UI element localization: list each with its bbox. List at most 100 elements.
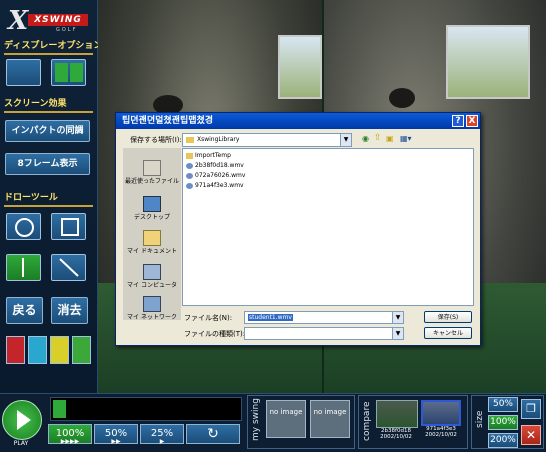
documents-folder-icon [143, 230, 161, 246]
back-nav-icon[interactable]: ◉ [362, 134, 369, 143]
color-swatch-red[interactable] [6, 336, 25, 364]
list-item[interactable]: 072a76026.wmv [186, 172, 245, 179]
list-item[interactable]: 971a4f3e3.wmv [186, 182, 244, 189]
speed-25-button[interactable]: 25% ▶ [140, 424, 184, 445]
dialog-title: 팁뎐괜뎐덜쳤괜팁맵쳤경 [122, 116, 214, 126]
rectangle-tool-button[interactable] [51, 213, 86, 240]
fast-forward-icon: ▶▶▶▶ [60, 438, 80, 445]
file-name: 072a76026.wmv [195, 172, 246, 179]
close-icon: ✕ [525, 428, 537, 442]
logo-sub: GOLF [56, 27, 78, 33]
file-name: 971a4f3e3.wmv [195, 182, 244, 189]
thumbnail-image [376, 400, 418, 428]
loop-icon: ↻ [207, 426, 219, 442]
chevron-down-icon: ▼ [392, 328, 403, 339]
place-label: デスクトップ [133, 214, 170, 221]
step-icon: ▶ [159, 438, 165, 445]
save-in-select[interactable]: XswingLibrary ▼ [182, 133, 352, 147]
computer-icon [143, 264, 161, 280]
play-label: PLAY [13, 440, 29, 447]
media-file-icon [186, 162, 193, 169]
places-bar: 最近使ったファイル デスクトップ マイ ドキュメント マイ コンピュータ マイ … [123, 148, 181, 321]
list-item[interactable]: 2b38f0d18.wmv [186, 162, 244, 169]
square-icon [61, 218, 79, 236]
file-name: 2b38f0d18.wmv [195, 162, 244, 169]
list-item[interactable]: ImportTemp [186, 152, 231, 159]
save-in-label: 保存する場所(I): [130, 136, 182, 144]
chevron-down-icon: ▼ [340, 134, 351, 146]
eight-frame-button[interactable]: 8フレーム表示 [5, 153, 90, 175]
compare-label: compare [362, 401, 372, 442]
clear-button[interactable]: 消去 [51, 297, 88, 324]
my-swing-slot-2[interactable]: no image [310, 400, 350, 438]
place-network[interactable]: マイ ネットワーク [123, 296, 181, 321]
circle-icon [15, 218, 34, 237]
up-folder-icon[interactable]: ⇧ [374, 133, 382, 143]
window-mode-button[interactable]: ❐ [521, 399, 541, 419]
compare-thumb-1[interactable]: 2b38f0d18 2002/10/02 [376, 400, 418, 440]
exit-button[interactable]: ✕ [521, 425, 541, 445]
place-recent[interactable]: 最近使ったファイル [123, 160, 181, 185]
color-swatch-green[interactable] [72, 336, 91, 364]
play-icon [2, 400, 42, 440]
thumb-date: 2002/10/02 [380, 434, 412, 440]
vertical-line-tool-button[interactable] [6, 254, 41, 281]
cancel-button[interactable]: キャンセル [424, 327, 472, 339]
draw-tools-title: ドローツール [4, 190, 93, 207]
impact-sync-button[interactable]: インパクトの同調 [5, 120, 90, 142]
filetype-label: ファイルの種類(T): [184, 330, 246, 338]
place-desktop[interactable]: デスクトップ [123, 196, 181, 221]
view-menu-icon[interactable]: ▦▾ [400, 134, 412, 143]
circle-tool-button[interactable] [6, 213, 41, 240]
thumb-date: 2002/10/02 [425, 432, 457, 438]
my-swing-slot-1[interactable]: no image [266, 400, 306, 438]
speed-50-button[interactable]: 50% ▶▶ [94, 424, 138, 445]
size-200-button[interactable]: 200% [488, 433, 518, 448]
desktop-icon [143, 196, 161, 212]
save-dialog: 팁뎐괜뎐덜쳤괜팁맵쳤경 ? X 保存する場所(I): XswingLibrary… [115, 112, 481, 346]
screen-effects-title: スクリーン効果 [4, 96, 93, 113]
network-icon [143, 296, 161, 312]
new-folder-icon[interactable]: ▣ [386, 134, 394, 143]
thumbnail-image [421, 400, 461, 426]
folder-icon [186, 136, 194, 143]
xswing-logo: X XSWING GOLF [8, 6, 88, 36]
split-view-button[interactable] [51, 59, 86, 86]
play-button[interactable]: PLAY [2, 396, 42, 448]
logo-text: XSWING [28, 14, 88, 26]
place-label: 最近使ったファイル [124, 178, 179, 185]
size-50-button[interactable]: 50% [488, 397, 518, 412]
forward-icon: ▶▶ [111, 438, 121, 445]
filename-label: ファイル名(N): [184, 314, 233, 322]
filename-input[interactable]: student1.wmv ▼ [244, 311, 404, 324]
media-file-icon [186, 182, 193, 189]
color-swatch-yellow[interactable] [50, 336, 69, 364]
size-100-button[interactable]: 100% [488, 415, 518, 430]
close-button[interactable]: X [466, 115, 478, 127]
restore-window-icon: ❐ [526, 402, 536, 415]
filename-value: student1.wmv [248, 314, 293, 321]
line-tool-button[interactable] [51, 254, 86, 281]
bottom-toolbar: PLAY 100% ▶▶▶▶ 50% ▶▶ 25% ▶ ↻ my swing no i… [0, 393, 546, 452]
speed-100-button[interactable]: 100% ▶▶▶▶ [48, 424, 92, 445]
place-computer[interactable]: マイ コンピュータ [123, 264, 181, 289]
timeline-progress [53, 400, 67, 418]
folder-icon [186, 152, 193, 159]
compare-thumb-2[interactable]: 971a4f3e3 2002/10/02 [421, 400, 461, 440]
size-label: size [475, 410, 485, 428]
filetype-select[interactable]: ▼ [244, 327, 404, 340]
loop-button[interactable]: ↻ [186, 424, 240, 444]
timeline-bar[interactable] [50, 397, 242, 421]
save-button[interactable]: 保存(S) [424, 311, 472, 323]
undo-button[interactable]: 戻る [6, 297, 43, 324]
save-in-value: XswingLibrary [197, 136, 240, 143]
place-label: マイ ドキュメント [127, 248, 177, 255]
chevron-down-icon: ▼ [392, 312, 403, 323]
file-name: ImportTemp [195, 152, 231, 159]
my-swing-label: my swing [251, 398, 261, 441]
recent-files-icon [143, 160, 161, 176]
single-view-button[interactable] [6, 59, 41, 86]
place-documents[interactable]: マイ ドキュメント [123, 230, 181, 255]
color-swatch-cyan[interactable] [28, 336, 47, 364]
help-button[interactable]: ? [452, 115, 464, 127]
